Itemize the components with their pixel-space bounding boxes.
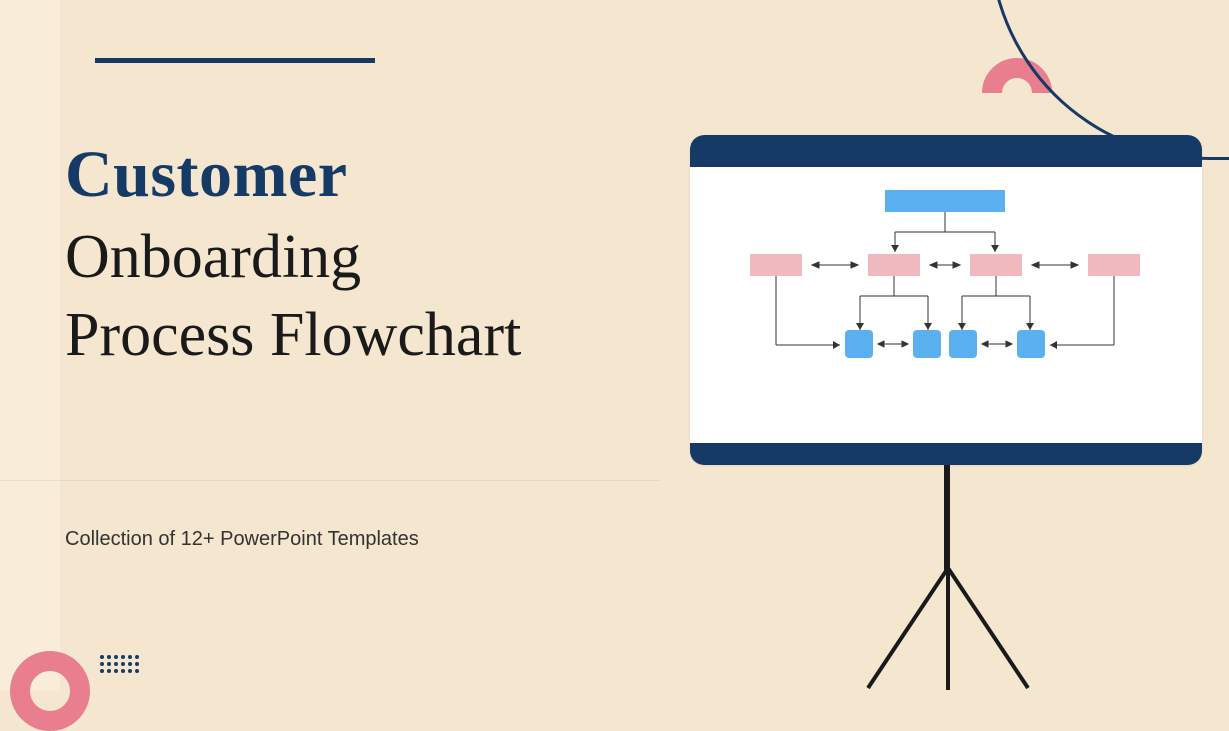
- title-line-1: Customer: [65, 140, 521, 209]
- title-line-3: Process Flowchart: [65, 297, 521, 375]
- title-top-rule: [95, 58, 375, 63]
- subtitle: Collection of 12+ PowerPoint Templates: [65, 528, 419, 551]
- flowchart-icon: [740, 190, 1152, 420]
- board-footer-bar: [690, 443, 1202, 465]
- stand-pole: [944, 465, 950, 575]
- pink-arc-bottom-icon: [10, 651, 90, 731]
- board-header-bar: [690, 135, 1202, 167]
- left-accent-band: [0, 0, 60, 691]
- dot-grid-icon: [100, 655, 139, 673]
- presentation-board: [690, 135, 1202, 465]
- stand-legs: [848, 568, 1048, 698]
- title-line-2: Onboarding: [65, 219, 521, 297]
- divider-line: [0, 480, 660, 481]
- title-block: Customer Onboarding Process Flowchart: [65, 140, 521, 374]
